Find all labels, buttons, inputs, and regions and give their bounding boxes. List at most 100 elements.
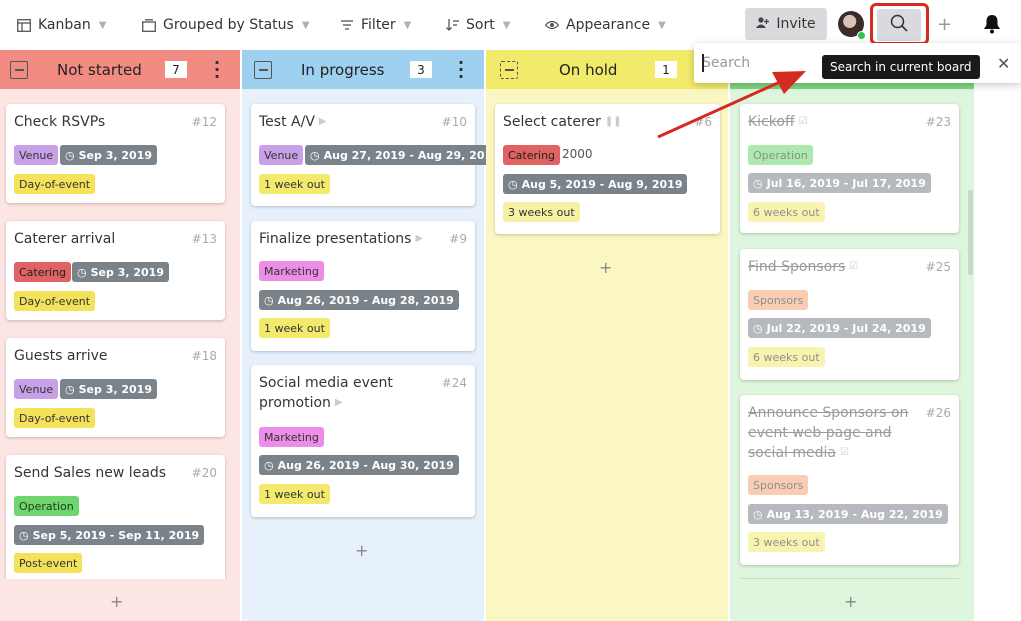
card-title: Finalize presentations ▶ [259, 231, 424, 247]
group-icon [141, 17, 157, 33]
check-icon: ☑ [849, 261, 859, 272]
tag-timeline: 1 week out [259, 174, 330, 194]
card[interactable]: Guests arrive #18 Venue Sep 3, 2019 Day-… [6, 338, 225, 437]
chevron-down-icon: ▼ [502, 19, 511, 31]
scrollbar[interactable] [968, 190, 973, 275]
play-icon: ▶ [415, 233, 424, 244]
invite-label: Invite [776, 16, 816, 32]
group-label: Grouped by Status [163, 17, 294, 33]
column-title: Not started [57, 60, 142, 79]
card-title: Check RSVPs [14, 114, 106, 130]
sort-button[interactable]: Sort ▼ [444, 0, 510, 50]
card-title: Caterer arrival [14, 231, 116, 247]
card-number: #12 [191, 115, 217, 129]
card-title: Announce Sponsors on event web page and … [748, 405, 909, 461]
tag-catering: Catering [14, 262, 72, 282]
column-done: Kickoff☑ #23 Operation Jul 16, 2019 - Ju… [730, 50, 974, 621]
kanban-board: Not started 7 · · · Check RSVPs #12 Venue … [0, 50, 1021, 621]
card-number: #18 [191, 349, 217, 363]
card[interactable]: Check RSVPs #12 Venue Sep 3, 2019 Day-of… [6, 104, 225, 203]
play-icon: ▶ [334, 397, 343, 408]
date-tag: Aug 26, 2019 - Aug 28, 2019 [259, 290, 459, 310]
column-on-hold: On hold 1 Select caterer ❚❚ #6 Catering 2… [486, 50, 728, 621]
card[interactable]: Select caterer❚❚ #6 Catering 2000 Aug 5,… [495, 104, 720, 234]
search-button-highlight [870, 3, 929, 45]
view-switcher[interactable]: Kanban ▼ [16, 0, 106, 50]
add-card-button[interactable]: + [599, 258, 612, 277]
tag-timeline: 1 week out [259, 484, 330, 504]
card-title: Social media event promotion ▶ [259, 375, 393, 411]
search-tooltip: Search in current board [822, 55, 980, 79]
card[interactable]: Test A/V▶ #10 Venue Aug 27, 2019 - Aug 2… [251, 104, 505, 206]
card-title: Send Sales new leads [14, 465, 167, 481]
eye-icon [544, 17, 560, 33]
column-not-started: Not started 7 · · · Check RSVPs #12 Venue … [0, 50, 240, 621]
card[interactable]: Caterer arrival #13 Catering Sep 3, 2019… [6, 221, 225, 320]
chevron-down-icon: ▼ [403, 19, 412, 31]
card-count-badge: 3 [410, 61, 432, 78]
search-input[interactable] [702, 53, 822, 73]
appearance-label: Appearance [566, 17, 651, 33]
tag-sponsors: Sponsors [748, 475, 809, 495]
card-number: #10 [441, 115, 467, 129]
tag-timeline: 6 weeks out [748, 347, 825, 367]
online-status-indicator [857, 31, 866, 40]
tag-marketing: Marketing [259, 261, 324, 281]
collapse-icon[interactable] [500, 61, 518, 79]
card-number: #26 [925, 406, 951, 420]
date-tag: Jul 22, 2019 - Jul 24, 2019 [748, 318, 931, 338]
column-header: In progress 3 · · · [242, 50, 484, 89]
collapse-icon[interactable] [254, 61, 272, 79]
card-number: #20 [191, 466, 217, 480]
card[interactable]: Send Sales new leads #20 Operation Sep 5… [6, 455, 225, 579]
filter-icon [339, 17, 355, 33]
view-label: Kanban [38, 17, 91, 33]
budget-value: 2000 [562, 147, 593, 161]
date-tag: Aug 13, 2019 - Aug 22, 2019 [748, 504, 948, 524]
date-tag: Sep 5, 2019 - Sep 11, 2019 [14, 525, 205, 545]
tag-sponsors: Sponsors [748, 290, 809, 310]
invite-button[interactable]: Invite [745, 8, 827, 40]
card-title: Guests arrive [14, 348, 108, 364]
card[interactable]: Announce Sponsors on event web page and … [740, 395, 959, 565]
add-card-button[interactable]: + [110, 592, 123, 611]
column-in-progress: In progress 3 ··· Test A/V▶ #10 Venue Au… [242, 50, 505, 621]
card-title: Select caterer ❚❚ [503, 114, 622, 130]
date-tag: Sep 3, 2019 [72, 262, 169, 282]
card-count-badge: 7 [165, 61, 187, 78]
filter-label: Filter [361, 17, 396, 33]
tag-timeline: 3 weeks out [503, 202, 580, 222]
sort-label: Sort [466, 17, 495, 33]
more-options-icon[interactable]: · · · [456, 55, 466, 85]
tag-venue: Venue [14, 379, 59, 399]
tag-timeline: 6 weeks out [748, 202, 825, 222]
group-by-button[interactable]: Grouped by Status ▼ [141, 0, 310, 50]
tag-venue: Venue [14, 145, 59, 165]
card-title: Kickoff ☑ [748, 114, 808, 130]
pause-icon: ❚❚ [604, 116, 622, 127]
card[interactable]: Kickoff☑ #23 Operation Jul 16, 2019 - Ju… [740, 104, 959, 233]
column-title: In progress [301, 60, 385, 79]
appearance-button[interactable]: Appearance ▼ [544, 0, 666, 50]
tag-operation: Operation [748, 145, 813, 165]
add-icon[interactable]: + [937, 14, 952, 35]
card-number: #24 [441, 376, 467, 390]
add-card-button[interactable]: + [844, 592, 857, 611]
date-tag: Sep 3, 2019 [60, 379, 157, 399]
bell-icon[interactable] [983, 14, 1001, 38]
tag-timeline: Day-of-event [14, 291, 96, 311]
filter-button[interactable]: Filter ▼ [339, 0, 411, 50]
card[interactable]: Finalize presentations▶ #9 Marketing Aug… [251, 221, 475, 351]
card-number: #23 [925, 115, 951, 129]
card[interactable]: Social media event promotion ▶ #24 Market… [251, 365, 475, 517]
tag-timeline: Post-event [14, 553, 83, 573]
chevron-down-icon: ▼ [658, 19, 666, 31]
collapse-icon[interactable] [10, 61, 28, 79]
close-icon[interactable]: ✕ [997, 54, 1010, 73]
more-options-icon[interactable]: · · · [212, 55, 222, 85]
add-card-button[interactable]: + [355, 541, 368, 560]
add-user-icon [756, 16, 770, 32]
card[interactable]: Find Sponsors☑ #25 Sponsors Jul 22, 2019… [740, 249, 959, 380]
column-header: On hold 1 [486, 50, 728, 89]
card-title: Test A/V ▶ [259, 114, 327, 130]
